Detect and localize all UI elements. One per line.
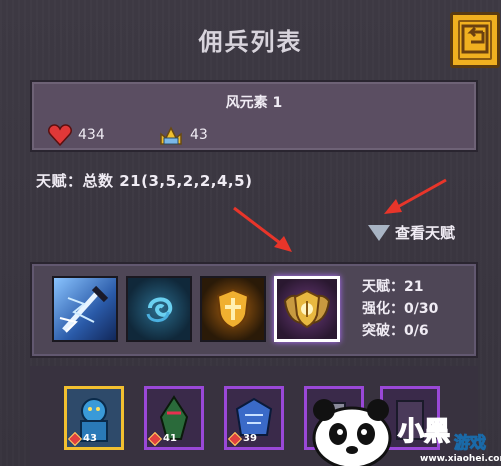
attack-value: 43: [190, 127, 208, 143]
skill-slot-4-selected[interactable]: [274, 276, 340, 342]
enhance-value: 强化：0/30: [362, 301, 439, 317]
heart-icon: [48, 124, 72, 146]
breakthrough-value: 突破：0/6: [362, 323, 429, 339]
talent-value: 天赋：21: [362, 279, 424, 295]
brand-logo-text: 小黑 游戏: [397, 416, 486, 452]
mercenary-level: 41: [147, 431, 177, 446]
watermark-url: www.xiaohei.com: [420, 454, 501, 464]
back-button[interactable]: [450, 12, 500, 68]
attack-stat: 43: [158, 124, 208, 146]
lightning-sword-icon: [59, 285, 109, 333]
mercenary-card-2[interactable]: 41: [144, 386, 204, 450]
panda-mascot-icon: [312, 399, 392, 466]
mercenary-level: 43: [67, 431, 97, 446]
wind-swirl-icon: [146, 297, 173, 322]
rank-gem-icon: [147, 431, 163, 446]
skill-slot-2[interactable]: [126, 276, 192, 342]
unit-info-panel: 风元素 1 434 43: [30, 80, 478, 152]
page-title: 佣兵列表: [198, 28, 303, 56]
svg-text:小黑: 小黑: [398, 417, 450, 447]
triangle-down-icon: [368, 224, 390, 241]
hp-stat: 434: [48, 124, 105, 146]
view-talent-button[interactable]: 查看天赋: [368, 222, 455, 243]
crown-fist-icon: [160, 126, 182, 145]
golden-shield-icon: [216, 288, 250, 330]
unit-name: 风元素 1: [225, 95, 283, 111]
rank-gem-icon: [67, 431, 83, 446]
talent-total: 天赋：总数 21(3,5,2,2,4,5): [36, 172, 253, 190]
talent-panel: 天赋：21 强化：0/30 突破：0/6: [30, 262, 478, 358]
winged-shield-emblem-icon: [283, 289, 331, 329]
selected-skill-stats: 天赋：21 强化：0/30 突破：0/6: [362, 276, 438, 342]
mercenary-card-1[interactable]: 43: [64, 386, 124, 450]
back-arrow-icon: [461, 24, 489, 54]
rank-gem-icon: [227, 431, 243, 446]
mercenary-card-3[interactable]: 39: [224, 386, 284, 450]
skill-slot-1[interactable]: [52, 276, 118, 342]
hp-value: 434: [78, 127, 105, 143]
view-talent-label: 查看天赋: [395, 224, 456, 242]
svg-text:游戏: 游戏: [454, 433, 486, 452]
mercenary-level: 39: [227, 431, 257, 446]
skill-slot-3[interactable]: [200, 276, 266, 342]
